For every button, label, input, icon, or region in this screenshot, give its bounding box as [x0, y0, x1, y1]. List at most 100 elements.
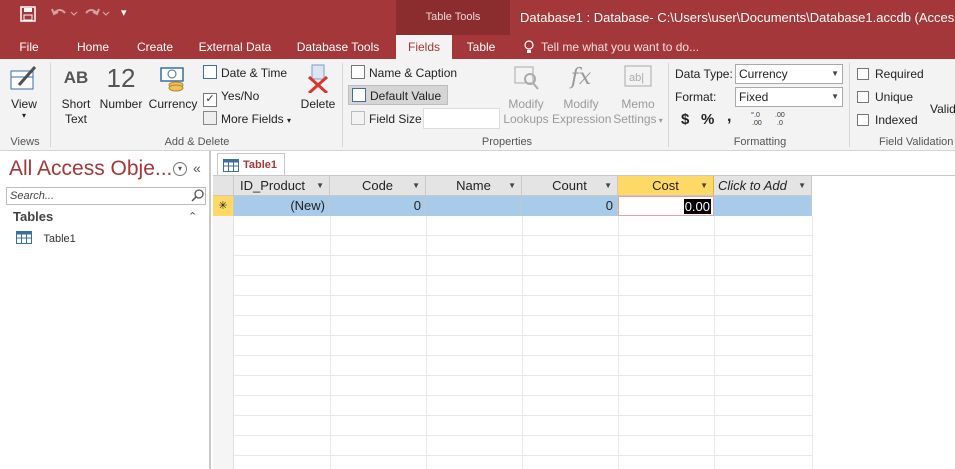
currency-format-button[interactable]: $	[681, 110, 689, 130]
checkbox-icon	[857, 68, 869, 80]
increase-decimals-icon[interactable]: .0.00	[750, 110, 770, 129]
currency-icon	[148, 63, 198, 93]
modify-lookups-button[interactable]: Modify Lookups	[502, 63, 550, 127]
delete-button[interactable]: Delete	[299, 63, 337, 112]
grid-line	[234, 415, 812, 416]
data-type-select[interactable]: Currency ▼	[735, 64, 843, 84]
memo-settings-button[interactable]: ab| Memo Settings ▾	[612, 63, 664, 128]
group-separator	[668, 63, 669, 147]
modify-expression-button[interactable]: fx Modify Expression	[552, 63, 612, 127]
indexed-label: Indexed	[875, 113, 918, 127]
unique-checkbox[interactable]: Unique	[857, 87, 913, 107]
field-size-icon	[351, 111, 365, 125]
field-size-input[interactable]	[423, 108, 500, 129]
column-header-label: ID_Product	[240, 178, 306, 193]
collapse-pane-icon[interactable]: «	[193, 160, 201, 176]
tell-me-search[interactable]: Tell me what you want to do...	[541, 40, 699, 54]
search-input[interactable]: Search...	[6, 187, 206, 205]
column-header-click-to-add[interactable]: Click to Add ▼	[714, 176, 812, 196]
grid-line	[426, 216, 427, 469]
column-header-code[interactable]: Code ▼	[330, 176, 426, 196]
navigation-pane: All Access Obje... ▾ « Search... Tables …	[0, 151, 211, 469]
default-value-button[interactable]: Default Value	[348, 85, 449, 105]
record-selector-new[interactable]: ✳	[213, 196, 234, 216]
nav-pane-title[interactable]: All Access Obje...	[9, 157, 172, 181]
column-header-label: Click to Add	[718, 178, 787, 193]
yes-no-button[interactable]: ✓ Yes/No	[203, 86, 259, 107]
indexed-checkbox[interactable]: Indexed	[857, 110, 918, 130]
decrease-decimals-icon[interactable]: .00.0	[773, 110, 793, 129]
cell-count[interactable]: 0	[522, 196, 618, 216]
data-type-value: Currency	[739, 67, 788, 81]
redo-icon[interactable]	[83, 5, 111, 24]
comma-format-button[interactable]: ,	[727, 107, 731, 127]
currency-button[interactable]: Currency	[148, 63, 198, 112]
column-header-count[interactable]: Count ▼	[522, 176, 618, 196]
short-text-label-2: Text	[64, 112, 87, 126]
cell-cost-editing[interactable]: 0.00	[618, 196, 714, 216]
document-tab-strip	[213, 151, 955, 176]
cell-id-product[interactable]: (New)	[234, 196, 330, 216]
required-label: Required	[875, 67, 924, 81]
grid-line	[812, 216, 813, 469]
view-button[interactable]: View ▾	[4, 63, 44, 120]
chevron-down-icon[interactable]: ▼	[700, 176, 708, 196]
column-header-id-product[interactable]: ID_Product ▼	[234, 176, 330, 196]
tab-database-tools[interactable]: Database Tools	[290, 35, 386, 59]
customize-icon[interactable]: ▾	[121, 6, 127, 19]
cell-name[interactable]	[426, 196, 522, 216]
tab-fields[interactable]: Fields	[396, 35, 452, 59]
modify-expression-label-2: Expression	[552, 112, 612, 126]
memo-icon: ab|	[612, 63, 664, 93]
date-time-button[interactable]: Date & Time	[203, 63, 287, 83]
validation-button-partial[interactable]: Valid	[930, 99, 955, 119]
group-label-add-delete: Add & Delete	[164, 136, 230, 148]
number-label: Number	[99, 97, 143, 111]
column-header-name[interactable]: Name ▼	[426, 176, 522, 196]
grid-line	[234, 255, 812, 256]
default-value-label: Default Value	[370, 89, 442, 103]
collapse-section-icon[interactable]: ⌃	[188, 210, 197, 223]
grid-line	[234, 275, 812, 276]
number-button[interactable]: 12 Number	[98, 63, 144, 112]
group-label-formatting: Formatting	[733, 136, 787, 148]
required-checkbox[interactable]: Required	[857, 64, 924, 84]
search-icon[interactable]	[191, 189, 205, 206]
group-separator	[849, 63, 850, 147]
document-tab-table1[interactable]: Table1	[217, 153, 285, 175]
chevron-down-icon[interactable]: ▼	[798, 176, 806, 196]
delete-icon	[299, 63, 337, 95]
tab-file[interactable]: File	[8, 35, 50, 59]
name-caption-button[interactable]: Name & Caption	[351, 63, 457, 83]
select-all-corner[interactable]	[213, 176, 234, 196]
cell-click-to-add[interactable]	[714, 196, 812, 216]
format-select[interactable]: Fixed ▼	[735, 87, 843, 107]
modify-lookups-label-2: Lookups	[503, 112, 549, 126]
tab-create[interactable]: Create	[129, 35, 181, 59]
cell-code[interactable]: 0	[330, 196, 426, 216]
undo-icon[interactable]	[50, 5, 78, 24]
chevron-down-icon[interactable]: ▼	[412, 176, 420, 196]
chevron-down-icon[interactable]: ▼	[316, 176, 324, 196]
nav-menu-icon[interactable]: ▾	[173, 162, 187, 176]
view-label: View	[11, 97, 37, 111]
fx-icon: fx	[570, 65, 592, 90]
grid-line	[714, 216, 715, 469]
tab-external-data[interactable]: External Data	[192, 35, 278, 59]
name-caption-icon	[351, 65, 365, 79]
grid-line	[234, 315, 812, 316]
tab-table[interactable]: Table	[456, 35, 506, 59]
nav-item-table1[interactable]: Table1	[16, 231, 76, 247]
lightbulb-icon	[523, 40, 535, 57]
save-icon[interactable]	[20, 6, 36, 25]
percent-format-button[interactable]: %	[701, 110, 714, 130]
chevron-down-icon[interactable]: ▼	[508, 176, 516, 196]
short-text-button[interactable]: AB Short Text	[58, 63, 94, 127]
more-fields-button[interactable]: More Fields ▾	[203, 109, 291, 129]
grid-line	[618, 216, 619, 469]
chevron-down-icon[interactable]: ▼	[604, 176, 612, 196]
nav-section-tables[interactable]: Tables	[13, 209, 53, 224]
tab-home[interactable]: Home	[68, 35, 118, 59]
group-separator	[342, 63, 343, 147]
column-header-cost[interactable]: Cost ▼	[618, 176, 714, 196]
